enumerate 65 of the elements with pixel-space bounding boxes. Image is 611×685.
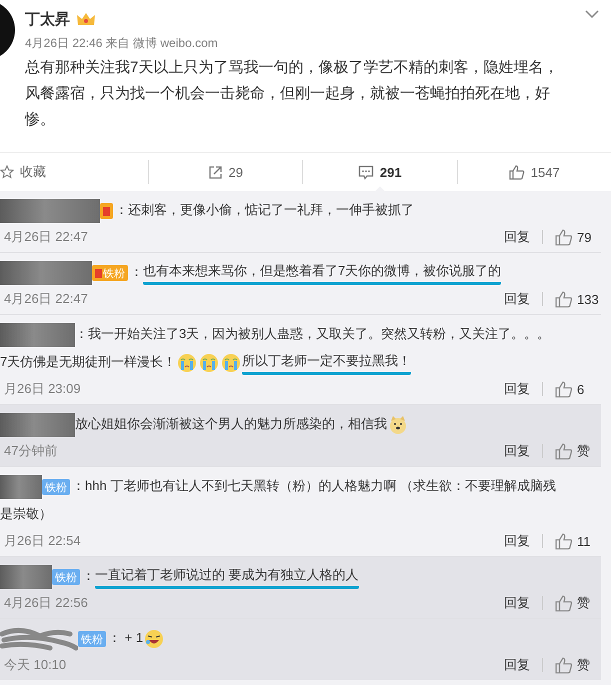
- chevron-down-icon[interactable]: [585, 10, 599, 18]
- comment-time: 4月26日 22:47: [3, 290, 88, 308]
- comment-text: ：: [82, 567, 95, 585]
- comment-text: ：还刺客，更像小偷，惦记了一礼拜，一伸手被抓了: [115, 201, 414, 219]
- like-button[interactable]: 133: [555, 290, 601, 308]
- post-text: 总有那种关注我7天以上只为了骂我一句的，像极了学艺不精的刺客，隐姓埋名，风餐露宿，只为找一个机会一击毙命，但刚一起身，就被一苍蝇拍拍死在地，好惨。: [25, 58, 560, 130]
- comment-text: ：: [130, 263, 143, 281]
- like-button[interactable]: 赞: [555, 594, 601, 612]
- comment-text: 所以丁老师一定不要拉黑我！: [242, 352, 412, 374]
- dog-emoji-icon: [388, 415, 408, 435]
- action-button[interactable]: 1547: [458, 153, 611, 191]
- comment-text: ： + 1: [108, 629, 144, 647]
- comment-text: ：我一开始关注了3天，因为被别人蛊惑，又取关了。突然又转粉，又关注了。。。: [75, 325, 550, 343]
- redacted-name: [0, 565, 52, 589]
- thumbs-up-icon: [555, 290, 573, 308]
- author-name[interactable]: 丁太昇: [25, 10, 70, 28]
- thumbs-up-icon: [555, 656, 573, 674]
- comment-text: 一直记着丁老师说过的 要成为有独立人格的人: [95, 566, 359, 588]
- action-button[interactable]: 收藏: [0, 153, 148, 191]
- fan-badge: 铁粉: [42, 479, 70, 495]
- reply-link[interactable]: 回复: [504, 380, 530, 398]
- thumbs-up-icon: [555, 380, 573, 398]
- share-icon: [208, 164, 223, 180]
- comment-time: 今天 10:10: [3, 656, 66, 674]
- comment-text: 是崇敬）: [0, 505, 52, 523]
- badge-icon: [103, 206, 110, 216]
- laughing-emoji-icon: [144, 629, 164, 649]
- comment-time: 月26日 22:54: [3, 532, 81, 550]
- like-button[interactable]: 11: [555, 532, 601, 550]
- comment-time: 4月26日 22:56: [3, 594, 88, 612]
- reply-link[interactable]: 回复: [504, 594, 530, 612]
- reply-link[interactable]: 回复: [504, 228, 530, 246]
- fan-badge: 铁粉: [92, 265, 128, 281]
- thumbs-up-icon: [555, 532, 573, 550]
- comment-text: 7天仿佛是无期徒刑一样漫长！: [0, 353, 176, 371]
- like-button[interactable]: 赞: [555, 442, 601, 460]
- post-meta: 4月26日 22:46 来自 微博 weibo.com: [25, 35, 219, 52]
- crying-emoji-icon: [177, 353, 198, 373]
- thumbs-up-icon: [508, 164, 525, 180]
- fan-badge: 铁粉: [52, 569, 80, 585]
- fan-badge: 铁粉: [78, 631, 106, 647]
- star-icon: [0, 165, 14, 179]
- comment-time: 4月26日 22:47: [3, 228, 88, 246]
- like-button[interactable]: 赞: [555, 656, 601, 674]
- like-button[interactable]: 79: [555, 228, 601, 246]
- comment-text: 放心姐姐你会渐渐被这个男人的魅力所感染的，相信我: [75, 415, 387, 433]
- reply-link[interactable]: 回复: [504, 532, 530, 550]
- comment-icon: [358, 164, 374, 180]
- reply-link[interactable]: 回复: [504, 290, 530, 308]
- crying-emoji-icon: [199, 353, 220, 373]
- redacted-name: [0, 475, 42, 499]
- reply-link[interactable]: 回复: [504, 442, 530, 460]
- comment-time: 月26日 23:09: [3, 380, 81, 398]
- comment-text: 也有本来想来骂你，但是憋着看了7天你的微博，被你说服了的: [143, 262, 502, 284]
- reply-link[interactable]: 回复: [504, 656, 530, 674]
- badge-icon: [95, 268, 102, 278]
- comment-time: 47分钟前: [3, 442, 58, 460]
- like-button[interactable]: 6: [555, 380, 601, 398]
- crying-emoji-icon: [221, 353, 242, 373]
- thumbs-up-icon: [555, 594, 573, 612]
- crown-icon: [76, 11, 96, 27]
- thumbs-up-icon: [555, 228, 573, 246]
- action-button[interactable]: 29: [148, 153, 302, 191]
- thumbs-up-icon: [555, 442, 573, 460]
- comment-text: ：hhh 丁老师也有让人不到七天黑转（粉）的人格魅力啊 （求生欲：不要理解成脑残: [72, 477, 556, 495]
